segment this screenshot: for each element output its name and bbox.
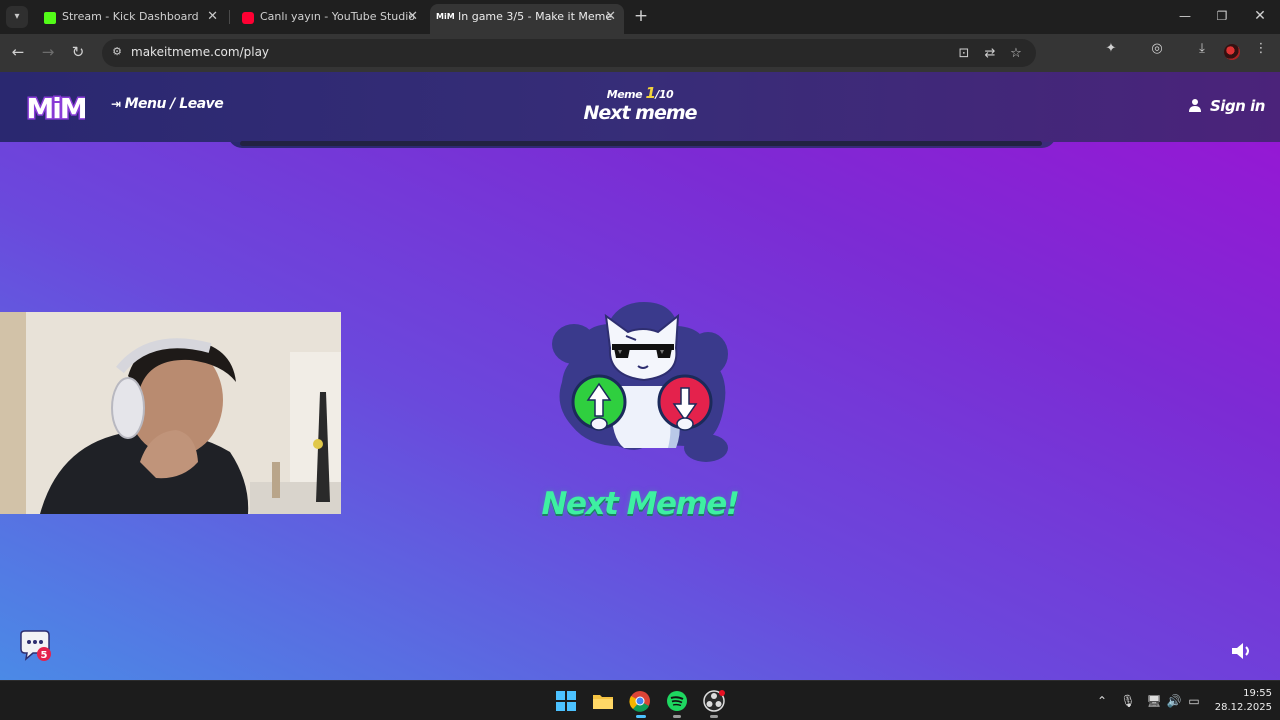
windows-start-icon[interactable] (554, 689, 578, 713)
chrome-active-indicator (636, 715, 646, 718)
chrome-icon[interactable] (628, 689, 652, 713)
minimize-button[interactable]: — (1174, 6, 1196, 26)
cat-mascot-illustration (552, 302, 728, 462)
chat-badge-count: 5 (41, 650, 48, 661)
close-icon[interactable]: ✕ (605, 4, 616, 30)
kick-icon (44, 12, 56, 24)
battery-icon[interactable]: ▭ (1186, 693, 1202, 709)
sign-in-label: Sign in (1210, 97, 1265, 115)
game-page: MiM ⇥ Menu / Leave Meme 1/10 Next meme Si… (0, 72, 1280, 680)
svg-text:MiM: MiM (27, 92, 85, 125)
microphone-icon[interactable]: 🎙 (1120, 693, 1136, 709)
tab-title: Stream - Kick Dashboard (62, 10, 199, 23)
site-settings-icon[interactable]: ⚙ (110, 45, 124, 59)
tab-kick-dashboard[interactable]: Stream - Kick Dashboard ✕ (34, 4, 226, 34)
browser-tab-strip: ▾ Stream - Kick Dashboard ✕ Canlı yayın … (0, 0, 1280, 34)
bookmark-star-icon[interactable]: ☆ (1008, 46, 1024, 62)
network-icon[interactable]: 🖥 (1146, 693, 1162, 709)
chat-button[interactable]: 5 (17, 630, 51, 662)
tab-divider (229, 10, 230, 24)
next-meme-message: Next Meme! (541, 486, 740, 522)
restore-button[interactable]: ❐ (1211, 6, 1233, 26)
windows-taskbar: ⌃ 🎙 🖥 🔊 ▭ 19:55 28.12.2025 (0, 680, 1280, 720)
browser-toolbar: ← → ↻ ⚙ makeitmeme.com/play ☆ ⇄ ⊡ ✦ ◎ ⤓ … (0, 34, 1280, 72)
round-current: 1 (645, 84, 656, 102)
youtube-icon (242, 12, 254, 24)
translate-icon[interactable]: ⇄ (982, 46, 998, 62)
round-total: /10 (655, 88, 674, 101)
round-title: Next meme (583, 102, 697, 124)
reload-button[interactable]: ↻ (68, 42, 88, 62)
round-label: Meme (606, 88, 643, 101)
screenshot-icon[interactable]: ◎ (1149, 41, 1165, 57)
tab-title: Canlı yayın - YouTube Studio (260, 10, 416, 23)
obs-indicator (710, 715, 718, 718)
speaker-icon[interactable] (1230, 640, 1254, 662)
user-icon (1189, 99, 1201, 112)
exit-icon: ⇥ (111, 97, 121, 111)
mim-logo[interactable]: MiM (27, 88, 85, 127)
address-field[interactable]: ⚙ makeitmeme.com/play ☆ ⇄ ⊡ (102, 39, 1036, 67)
menu-leave-label: Menu / Leave (124, 96, 224, 112)
tab-search-button[interactable]: ▾ (6, 6, 28, 28)
profile-avatar[interactable] (1224, 44, 1240, 60)
forward-button[interactable]: → (38, 42, 58, 62)
clock-date: 28.12.2025 (1214, 702, 1272, 713)
window-close-button[interactable]: ✕ (1249, 6, 1271, 26)
round-counter: Meme 1/10 (540, 84, 740, 102)
mim-icon: MiM (436, 12, 455, 21)
install-app-icon[interactable]: ⊡ (956, 46, 972, 62)
clock-time: 19:55 (1243, 688, 1272, 699)
spotify-icon[interactable] (665, 689, 689, 713)
close-icon[interactable]: ✕ (207, 4, 218, 30)
obs-icon[interactable] (702, 689, 726, 713)
tab-youtube-studio[interactable]: Canlı yayın - YouTube Studio ✕ (232, 4, 426, 34)
tab-title: In game 3/5 - Make it Meme (458, 10, 613, 23)
downloads-icon[interactable]: ⤓ (1194, 41, 1210, 57)
tab-make-it-meme[interactable]: MiM In game 3/5 - Make it Meme ✕ (430, 4, 624, 34)
more-menu-icon[interactable]: ⋮ (1253, 41, 1269, 57)
webcam-overlay (0, 312, 341, 514)
sign-in-button[interactable]: Sign in (1188, 97, 1265, 115)
extensions-icon[interactable]: ✦ (1103, 41, 1119, 57)
close-icon[interactable]: ✕ (407, 4, 418, 30)
spotify-indicator (673, 715, 681, 718)
menu-leave-link[interactable]: ⇥ Menu / Leave (111, 96, 224, 112)
volume-icon[interactable]: 🔊 (1166, 693, 1182, 709)
tray-overflow-icon[interactable]: ⌃ (1094, 693, 1110, 709)
system-clock[interactable]: 19:55 28.12.2025 (1206, 687, 1272, 715)
round-progress-bar (240, 141, 1042, 146)
file-explorer-icon[interactable] (591, 689, 615, 713)
url-text[interactable]: makeitmeme.com/play (131, 45, 269, 59)
back-button[interactable]: ← (8, 42, 28, 62)
new-tab-button[interactable]: + (632, 6, 650, 26)
